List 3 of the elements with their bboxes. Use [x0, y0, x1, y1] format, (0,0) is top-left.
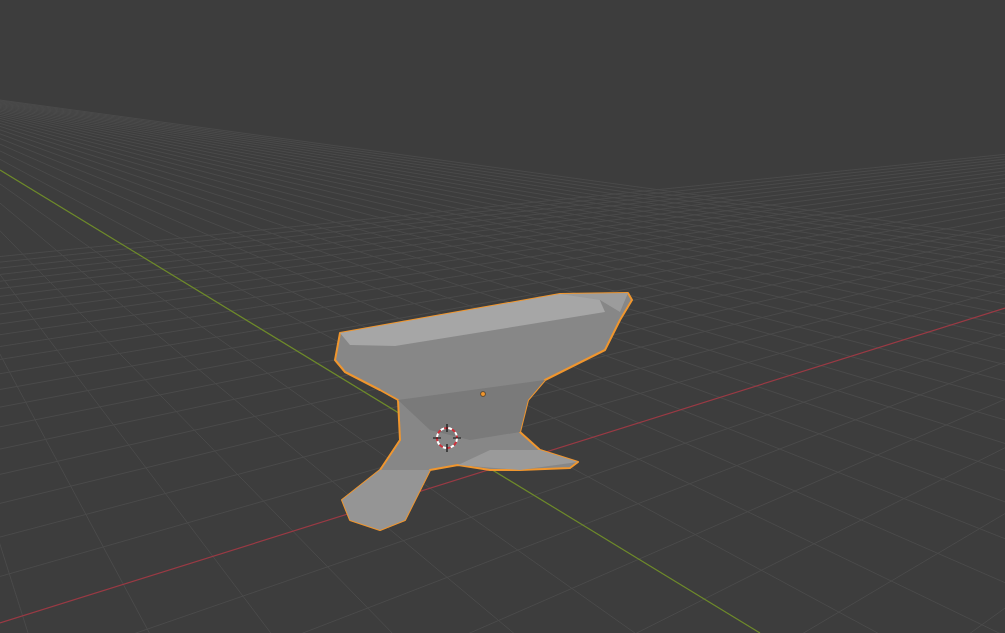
anvil-drawing[interactable]: [334, 292, 633, 531]
origin-dot: [480, 391, 486, 397]
3d-cursor-icon: [432, 423, 462, 453]
